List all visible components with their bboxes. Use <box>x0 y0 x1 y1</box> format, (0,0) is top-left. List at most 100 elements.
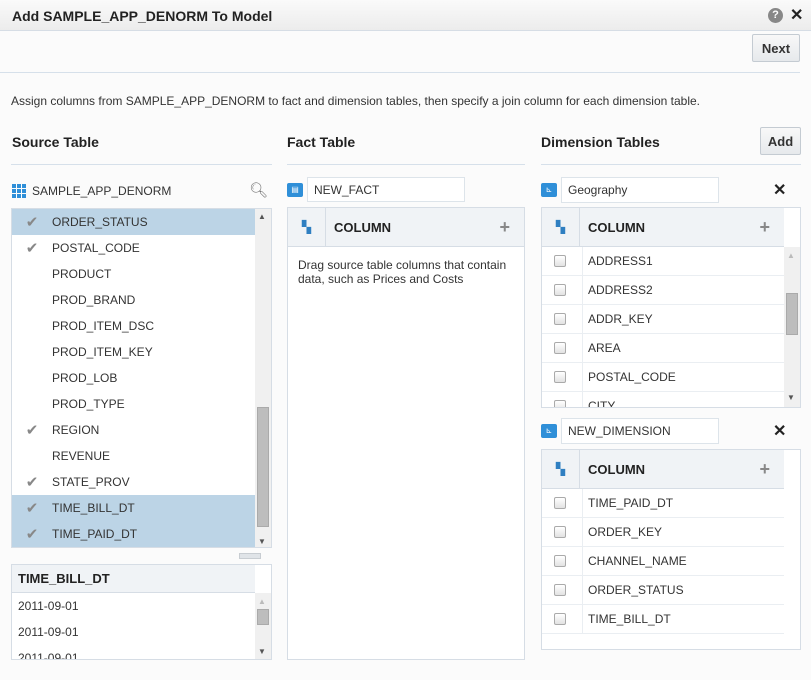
column-icon: ▚ <box>542 450 580 489</box>
column-name: CHANNEL_NAME <box>582 546 687 576</box>
checkbox[interactable] <box>554 371 566 383</box>
column-name: PROD_ITEM_KEY <box>52 345 153 359</box>
source-column-item[interactable]: PROD_LOB <box>12 365 255 391</box>
column-name: TIME_PAID_DT <box>582 488 673 518</box>
checkbox[interactable] <box>554 284 566 296</box>
column-header: COLUMN <box>334 219 392 235</box>
description: Assign columns from SAMPLE_APP_DENORM to… <box>11 94 700 108</box>
add-column-icon[interactable]: + <box>499 217 510 238</box>
source-column-item[interactable]: PRODUCT <box>12 261 255 287</box>
dimension-column-row[interactable]: CHANNEL_NAME <box>542 546 784 576</box>
dimension-column-row[interactable]: TIME_BILL_DT <box>542 604 784 634</box>
dimension-column-row[interactable]: POSTAL_CODE <box>542 362 784 392</box>
column-name: ADDRESS1 <box>582 246 653 276</box>
column-name: PROD_BRAND <box>52 293 136 307</box>
column-name: REVENUE <box>52 449 111 463</box>
source-column-item[interactable]: ✔ TIME_BILL_DT <box>12 495 255 521</box>
column-name: TIME_PAID_DT <box>52 527 138 541</box>
preview-header: TIME_BILL_DT <box>12 565 255 593</box>
check-icon: ✔ <box>25 240 39 257</box>
source-column-item[interactable]: PROD_TYPE <box>12 391 255 417</box>
column-name: POSTAL_CODE <box>52 241 140 255</box>
checkbox[interactable] <box>554 584 566 596</box>
dimension-column-row[interactable]: ADDRESS2 <box>542 275 784 305</box>
column-name: PROD_LOB <box>52 371 118 385</box>
column-header: COLUMN <box>588 461 646 477</box>
column-name: TIME_BILL_DT <box>52 501 135 515</box>
fact-name-input[interactable]: NEW_FACT <box>307 177 465 202</box>
column-name: PROD_TYPE <box>52 397 125 411</box>
add-dimension-button[interactable]: Add <box>760 127 801 155</box>
source-column-item[interactable]: ✔ POSTAL_CODE <box>12 235 255 261</box>
grid-icon <box>12 184 26 198</box>
checkbox[interactable] <box>554 497 566 509</box>
dimension-column-row[interactable]: ADDR_KEY <box>542 304 784 334</box>
help-icon[interactable]: ? <box>768 8 783 23</box>
source-column-item[interactable]: ✔ REGION <box>12 417 255 443</box>
divider <box>11 164 272 165</box>
dimension-name-input[interactable]: Geography <box>561 177 719 203</box>
dimension-column-row[interactable]: CITY <box>542 391 784 407</box>
column-name: PROD_ITEM_DSC <box>52 319 155 333</box>
add-column-icon[interactable]: + <box>759 459 770 480</box>
scrollbar[interactable]: ▲ ▼ <box>784 247 800 407</box>
source-column-item[interactable]: REVENUE <box>12 443 255 469</box>
dimension-column-row[interactable]: AREA <box>542 333 784 363</box>
dimension-heading: Dimension Tables <box>541 134 660 150</box>
remove-dimension-icon[interactable]: ✕ <box>773 421 786 441</box>
source-column-list[interactable]: ✔ ORDER_STATUS ✔ POSTAL_CODE PRODUCT PROD_BRA… <box>11 208 272 548</box>
column-name: PRODUCT <box>52 267 112 281</box>
dimension-column-row[interactable]: ORDER_STATUS <box>542 575 784 605</box>
column-name: ORDER_STATUS <box>52 215 148 229</box>
scrollbar[interactable]: ▲ ▼ <box>255 209 271 547</box>
add-column-icon[interactable]: + <box>759 217 770 238</box>
source-table-name: SAMPLE_APP_DENORM <box>32 184 172 198</box>
preview-value: 2011-09-01 <box>18 625 79 639</box>
source-column-item[interactable]: ✔ ORDER_STATUS <box>12 209 255 235</box>
remove-dimension-icon[interactable]: ✕ <box>773 180 786 200</box>
scrollbar[interactable]: ▲ ▼ <box>255 593 271 659</box>
dimension-column-row[interactable]: ADDRESS1 <box>542 246 784 276</box>
dimension-column-table[interactable]: ▚ COLUMN + TIME_PAID_DT ORDER_KEY CHANNEL_NAM… <box>541 449 801 650</box>
check-icon: ✔ <box>25 422 39 439</box>
checkbox[interactable] <box>554 613 566 625</box>
column-name: ORDER_KEY <box>582 517 662 547</box>
source-column-item[interactable]: PROD_ITEM_DSC <box>12 313 255 339</box>
dimension-column-row[interactable]: TIME_PAID_DT <box>542 488 784 518</box>
dialog-title: Add SAMPLE_APP_DENORM To Model <box>12 8 273 24</box>
close-icon[interactable]: ✕ <box>790 5 803 25</box>
column-name: STATE_PROV <box>52 475 130 489</box>
column-name: ADDR_KEY <box>582 304 653 334</box>
dimension-column-row[interactable]: ORDER_KEY <box>542 517 784 547</box>
dimension-table-icon: ⊾ <box>541 183 557 197</box>
column-name: AREA <box>582 333 621 363</box>
splitter-handle[interactable] <box>239 553 261 559</box>
next-button[interactable]: Next <box>752 34 800 62</box>
preview-value: 2011-09-01 <box>18 599 79 613</box>
source-column-item[interactable]: PROD_BRAND <box>12 287 255 313</box>
checkbox[interactable] <box>554 255 566 267</box>
dimension-name-input[interactable]: NEW_DIMENSION <box>561 418 719 444</box>
column-name: ADDRESS2 <box>582 275 653 305</box>
check-icon: ✔ <box>25 500 39 517</box>
fact-hint: Drag source table columns that contain d… <box>298 258 507 286</box>
fact-column-table[interactable]: ▚ COLUMN + Drag source table columns that … <box>287 207 525 660</box>
checkbox[interactable] <box>554 313 566 325</box>
column-name: TIME_BILL_DT <box>582 604 671 634</box>
column-name: POSTAL_CODE <box>582 362 676 392</box>
preview-value: 2011-09-01 <box>18 651 79 660</box>
column-name: ORDER_STATUS <box>582 575 684 605</box>
divider <box>287 164 525 165</box>
checkbox[interactable] <box>554 342 566 354</box>
dimension-column-table[interactable]: ▚ COLUMN + ADDRESS1 ADDRESS2 ADDR_KEY AREA POST… <box>541 207 801 408</box>
source-column-item[interactable]: ✔ STATE_PROV <box>12 469 255 495</box>
checkbox[interactable] <box>554 555 566 567</box>
source-column-item[interactable]: ✔ TIME_PAID_DT <box>12 521 255 547</box>
source-column-item[interactable]: PROD_ITEM_KEY <box>12 339 255 365</box>
checkbox[interactable] <box>554 400 566 407</box>
column-name: REGION <box>52 423 100 437</box>
checkbox[interactable] <box>554 526 566 538</box>
search-icon[interactable]: 🔍︎ <box>249 181 268 199</box>
column-header: COLUMN <box>588 219 646 235</box>
check-icon: ✔ <box>25 214 39 231</box>
